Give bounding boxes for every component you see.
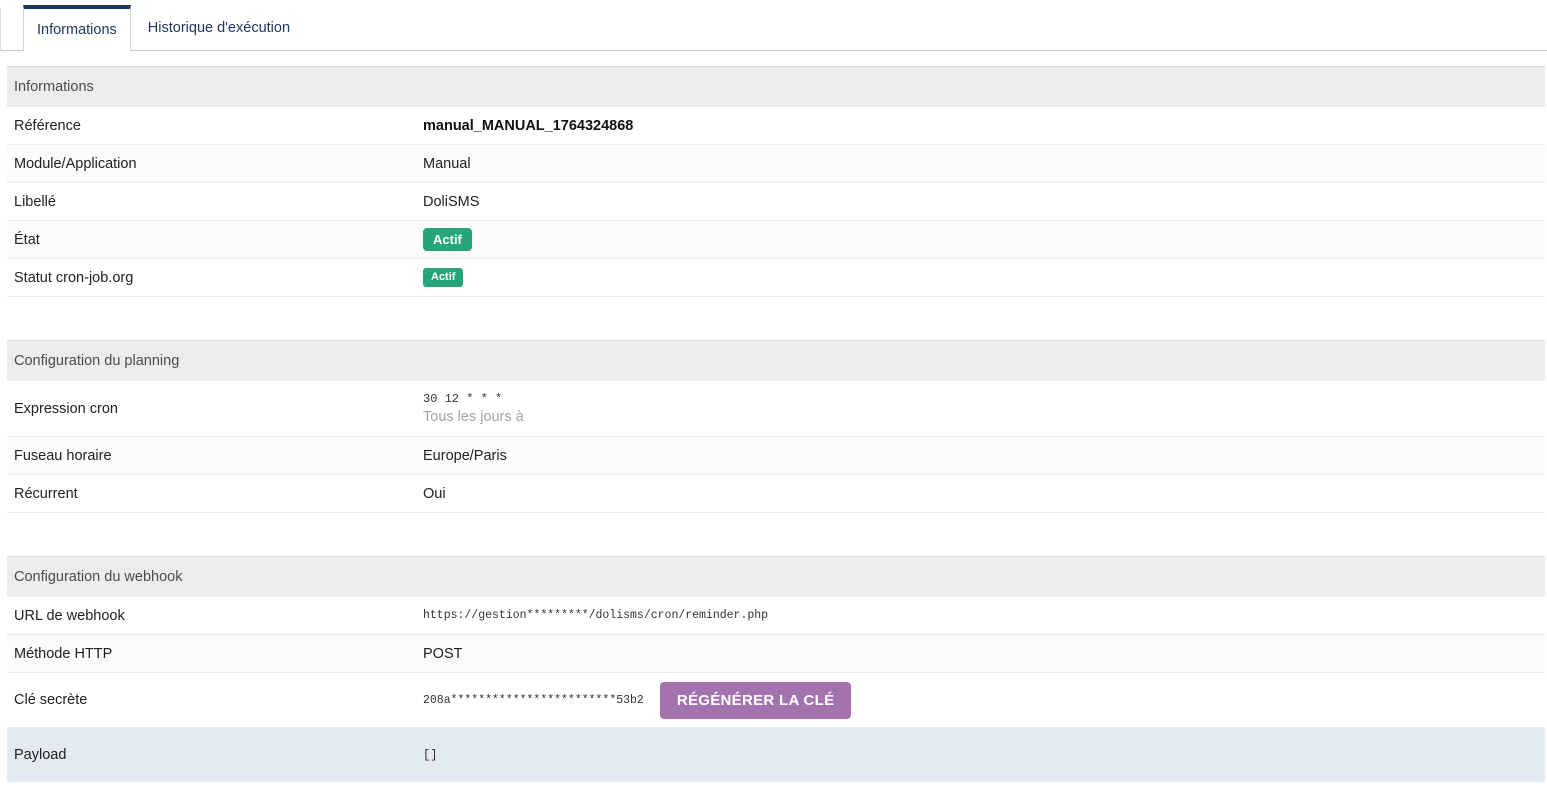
- fuseau-horaire-value: Europe/Paris: [423, 447, 507, 464]
- tab-historique-execution[interactable]: Historique d'exécution: [131, 5, 307, 50]
- recurrent-label: Récurrent: [14, 485, 78, 502]
- section-webhook: Configuration du webhook URL de webhook …: [7, 556, 1545, 782]
- etat-status-badge: Actif: [423, 227, 472, 252]
- row-methode-http: Méthode HTTP POST: [7, 635, 1545, 673]
- cron-expression-block: 30 12 * * * Tous les jours à: [423, 392, 524, 425]
- section-planning-header: Configuration du planning: [7, 341, 1545, 381]
- tab-informations[interactable]: Informations: [23, 5, 131, 51]
- libelle-value: DoliSMS: [423, 193, 480, 210]
- row-payload: Payload []: [7, 728, 1545, 782]
- cron-job-org-status-badge: Actif: [423, 267, 464, 288]
- methode-http-value: POST: [423, 645, 463, 662]
- row-recurrent: Récurrent Oui: [7, 475, 1545, 513]
- cle-secrete-label: Clé secrète: [14, 692, 88, 708]
- methode-http-label: Méthode HTTP: [14, 645, 113, 662]
- row-module-application: Module/Application Manual: [7, 145, 1545, 183]
- etat-label: État: [14, 231, 40, 248]
- tab-bar: Informations Historique d'exécution: [0, 0, 1547, 51]
- row-statut-cron-job-org: Statut cron-job.org Actif: [7, 259, 1545, 297]
- regenerate-key-button[interactable]: RÉGÉNÉRER LA CLÉ: [659, 681, 852, 719]
- url-webhook-label: URL de webhook: [14, 607, 125, 624]
- cron-expression-value: 30 12 * * *: [423, 392, 503, 406]
- section-informations: Informations Référence manual_MANUAL_176…: [7, 66, 1545, 297]
- cron-expression-description: Tous les jours à: [423, 409, 524, 425]
- row-cle-secrete: Clé secrète 208a************************…: [7, 673, 1545, 728]
- recurrent-value: Oui: [423, 485, 446, 502]
- row-etat: État Actif: [7, 221, 1545, 259]
- section-planning: Configuration du planning Expression cro…: [7, 340, 1545, 513]
- section-webhook-header: Configuration du webhook: [7, 557, 1545, 597]
- statut-cron-job-org-label: Statut cron-job.org: [14, 269, 134, 286]
- payload-value: []: [423, 748, 438, 762]
- row-fuseau-horaire: Fuseau horaire Europe/Paris: [7, 437, 1545, 475]
- row-libelle: Libellé DoliSMS: [7, 183, 1545, 221]
- expression-cron-label: Expression cron: [14, 400, 118, 417]
- payload-label: Payload: [14, 747, 67, 763]
- row-url-webhook: URL de webhook https://gestion*********/…: [7, 597, 1545, 635]
- reference-value: manual_MANUAL_1764324868: [423, 117, 634, 134]
- row-reference: Référence manual_MANUAL_1764324868: [7, 107, 1545, 145]
- fuseau-horaire-label: Fuseau horaire: [14, 447, 112, 464]
- row-expression-cron: Expression cron 30 12 * * * Tous les jou…: [7, 381, 1545, 437]
- url-webhook-value: https://gestion*********/dolisms/cron/re…: [423, 609, 769, 622]
- detail-tables: Informations Référence manual_MANUAL_176…: [7, 66, 1545, 782]
- module-application-label: Module/Application: [14, 155, 137, 172]
- cle-secrete-value: 208a************************53b2: [423, 693, 644, 707]
- libelle-label: Libellé: [14, 193, 56, 210]
- section-informations-header: Informations: [7, 67, 1545, 107]
- reference-label: Référence: [14, 117, 81, 134]
- left-edge-divider: [0, 8, 1, 51]
- module-application-value: Manual: [423, 155, 471, 172]
